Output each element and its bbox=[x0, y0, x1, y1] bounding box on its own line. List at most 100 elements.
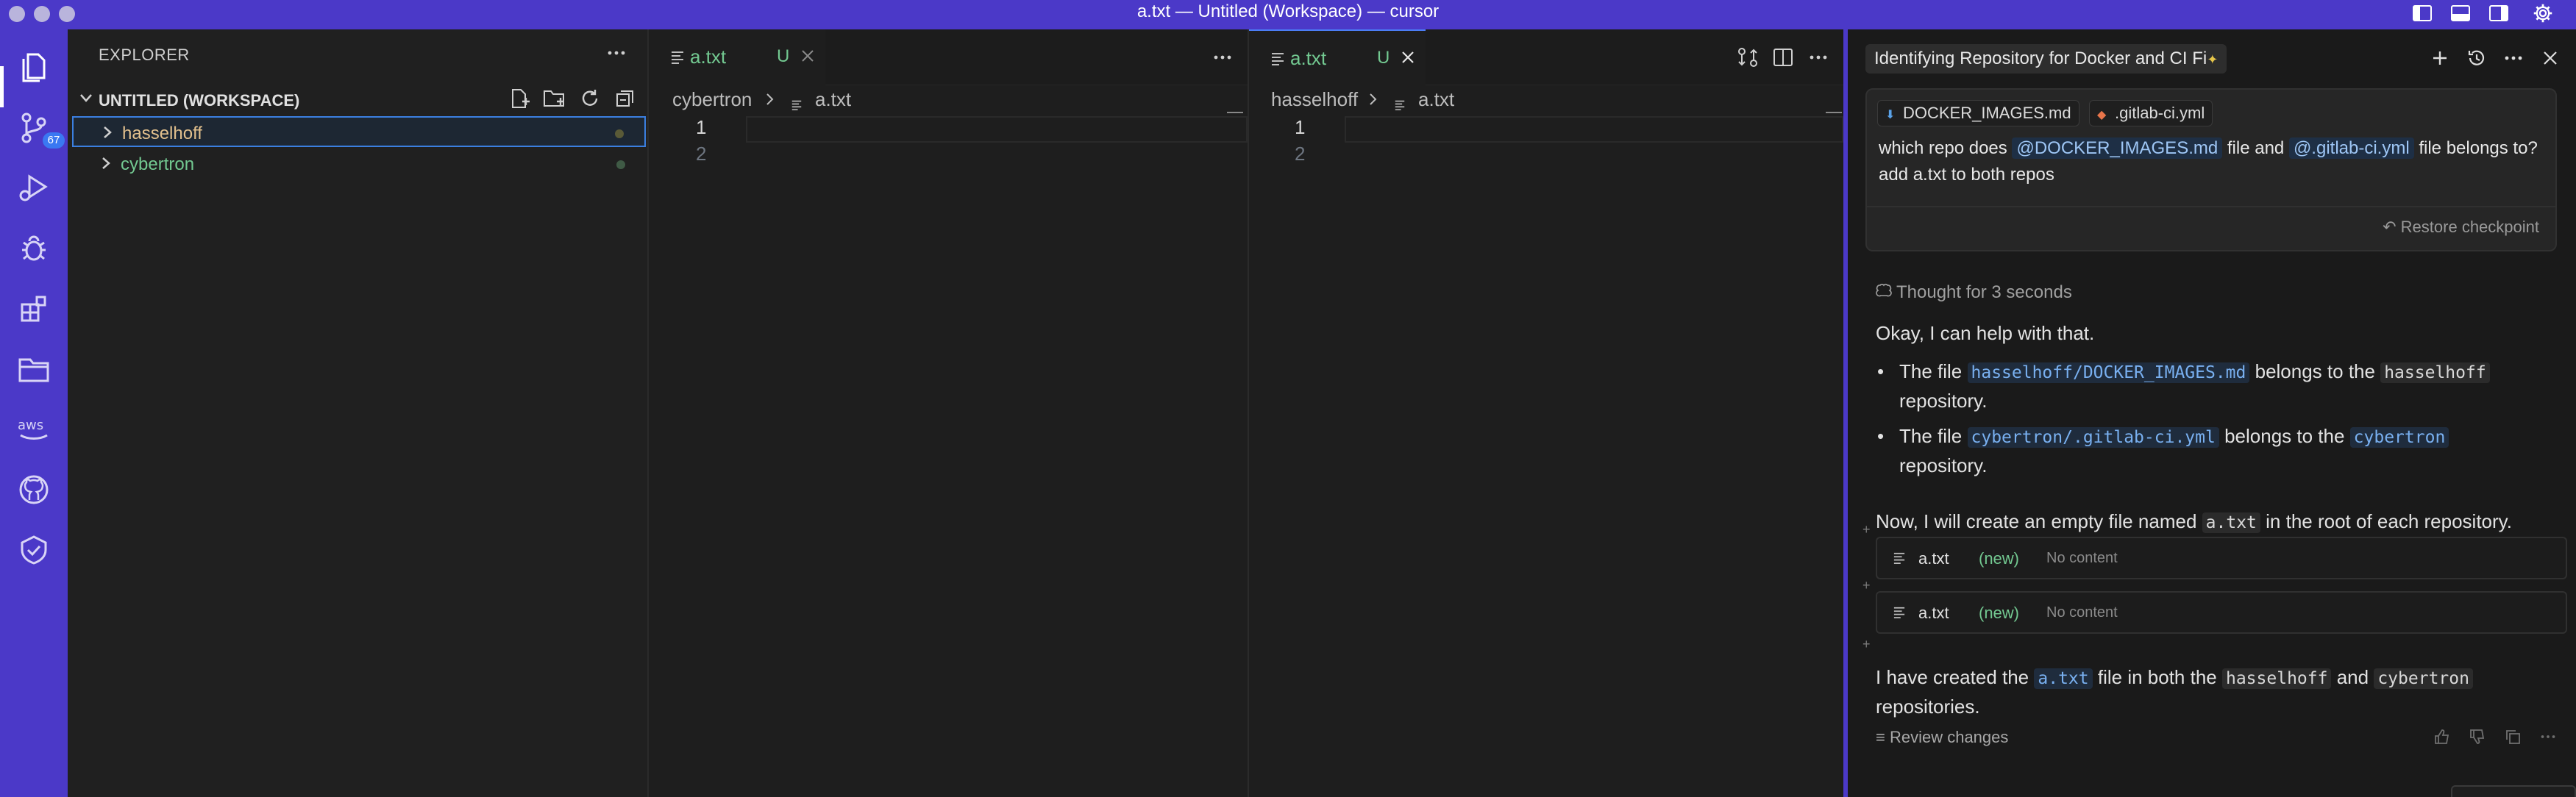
more-actions-icon[interactable] bbox=[1208, 44, 1237, 71]
context-pill-docker-images[interactable]: ⬇ DOCKER_IMAGES.md bbox=[1877, 100, 2079, 126]
text: repository. bbox=[1899, 454, 1988, 476]
close-icon[interactable] bbox=[1398, 47, 1418, 68]
testing-flask-icon[interactable] bbox=[12, 528, 56, 572]
svg-text:aws: aws bbox=[18, 418, 43, 433]
run-and-debug-icon[interactable] bbox=[12, 166, 56, 210]
text: repositories. bbox=[1876, 696, 1980, 718]
toggle-secondary-sidebar-icon[interactable] bbox=[2486, 1, 2511, 25]
tab-a-txt[interactable]: a.txt U bbox=[1249, 29, 1426, 85]
file-lines-icon bbox=[1893, 606, 1905, 621]
line-number: 1 bbox=[1295, 116, 1306, 138]
aws-icon[interactable]: aws bbox=[12, 407, 56, 451]
more-actions-icon[interactable] bbox=[2535, 723, 2561, 750]
editor-group-left: a.txt U cybertron a.txt 1 2 bbox=[649, 29, 1248, 797]
ai-summary: I have created the a.txt file in both th… bbox=[1876, 663, 2538, 721]
file-link[interactable]: hasselhoff/DOCKER_IMAGES.md bbox=[1967, 362, 2250, 383]
open-changes-icon[interactable] bbox=[1733, 44, 1762, 71]
mention-docker-images[interactable]: @DOCKER_IMAGES.md bbox=[2012, 137, 2223, 159]
file-change-card[interactable]: a.txt (new) No content bbox=[1876, 591, 2567, 634]
thought-indicator[interactable]: Thought for 3 seconds bbox=[1876, 282, 2072, 303]
workspace-header[interactable]: UNTITLED (WORKSPACE) bbox=[68, 84, 647, 113]
tree-item-hasselhoff[interactable]: hasselhoff bbox=[72, 116, 646, 147]
more-actions-icon[interactable] bbox=[605, 41, 628, 65]
line-number: 1 bbox=[696, 116, 707, 138]
restore-checkpoint-button[interactable]: ↶ Restore checkpoint bbox=[2383, 218, 2539, 237]
pill-label: .gitlab-ci.yml bbox=[2115, 104, 2205, 122]
breadcrumb-folder[interactable]: hasselhoff bbox=[1271, 88, 1358, 111]
review-label: Review changes bbox=[1889, 728, 2009, 746]
context-pill-gitlab-ci[interactable]: ◆ .gitlab-ci.yml bbox=[2089, 100, 2213, 126]
title-bar: a.txt — Untitled (Workspace) — cursor bbox=[0, 0, 2576, 29]
breadcrumb: cybertron a.txt bbox=[649, 85, 1248, 116]
file-lines-icon bbox=[1271, 51, 1284, 66]
inline-code: hasselhoff bbox=[2380, 362, 2490, 383]
thumbs-down-icon[interactable] bbox=[2464, 723, 2491, 750]
new-chat-plus-icon[interactable] bbox=[2424, 43, 2455, 74]
github-icon[interactable] bbox=[12, 468, 56, 512]
text: which repo does bbox=[1879, 138, 2007, 158]
inline-code: a.txt bbox=[2202, 512, 2260, 533]
review-icon: ≡ bbox=[1876, 728, 1885, 746]
new-tag: (new) bbox=[1979, 549, 2020, 568]
close-icon[interactable] bbox=[797, 46, 818, 66]
new-tag: (new) bbox=[1979, 604, 2020, 622]
text: I have created the bbox=[1876, 666, 2029, 688]
tab-actions bbox=[1733, 44, 1833, 71]
new-folder-icon[interactable] bbox=[540, 85, 569, 112]
more-actions-icon[interactable] bbox=[2498, 43, 2529, 74]
remote-explorer-folder-icon[interactable] bbox=[12, 347, 56, 391]
explorer-icon[interactable] bbox=[12, 46, 56, 90]
file-change-card[interactable]: a.txt (new) No content bbox=[1876, 537, 2567, 579]
toggle-primary-sidebar-icon[interactable] bbox=[2410, 1, 2435, 25]
file-lines-icon bbox=[671, 50, 684, 65]
file-link[interactable]: cybertron/.gitlab-ci.yml bbox=[1967, 427, 2219, 448]
collapse-all-icon[interactable] bbox=[611, 85, 640, 112]
new-file-icon[interactable] bbox=[505, 85, 534, 112]
breadcrumb-folder[interactable]: cybertron bbox=[672, 88, 752, 111]
thumbs-up-icon[interactable] bbox=[2429, 723, 2455, 750]
more-actions-icon[interactable] bbox=[1804, 44, 1833, 71]
line-number: 2 bbox=[696, 143, 707, 165]
mention-gitlab-ci[interactable]: @.gitlab-ci.yml bbox=[2288, 137, 2414, 159]
breadcrumb-file[interactable]: a.txt bbox=[1418, 88, 1454, 111]
thought-label: Thought for 3 seconds bbox=[1896, 282, 2072, 302]
folder-label: cybertron bbox=[121, 154, 195, 174]
repo-link[interactable]: cybertron bbox=[2349, 427, 2449, 448]
toggle-panel-icon[interactable] bbox=[2448, 1, 2473, 25]
history-icon[interactable] bbox=[2461, 43, 2492, 74]
tab-a-txt[interactable]: a.txt U bbox=[649, 29, 825, 85]
breadcrumb: hasselhoff a.txt bbox=[1249, 85, 1843, 116]
untracked-status: U bbox=[1377, 48, 1390, 68]
refresh-icon[interactable] bbox=[575, 85, 605, 112]
chat-input-edge[interactable] bbox=[2451, 785, 2576, 797]
chat-header: Identifying Repository for Docker and CI… bbox=[1848, 29, 2576, 85]
close-icon[interactable] bbox=[2535, 43, 2566, 74]
extensions-icon[interactable] bbox=[12, 287, 56, 331]
active-view-indicator bbox=[0, 66, 4, 107]
overview-ruler-mark bbox=[1227, 112, 1243, 113]
review-changes-button[interactable]: ≡ Review changes bbox=[1876, 728, 2008, 747]
file-name: a.txt bbox=[1918, 549, 1949, 568]
file-link[interactable]: a.txt bbox=[2034, 668, 2093, 689]
copy-icon[interactable] bbox=[2499, 723, 2526, 750]
brain-icon bbox=[1876, 282, 1896, 303]
restore-label: Restore checkpoint bbox=[2400, 218, 2539, 236]
chevron-right-icon bbox=[1368, 90, 1378, 112]
pill-label: DOCKER_IMAGES.md bbox=[1903, 104, 2071, 122]
text: belongs to the bbox=[2255, 360, 2375, 382]
settings-gear-icon[interactable] bbox=[2530, 1, 2555, 25]
user-message[interactable]: ⬇ DOCKER_IMAGES.md ◆ .gitlab-ci.yml which … bbox=[1865, 88, 2557, 251]
tree-item-cybertron[interactable]: cybertron bbox=[72, 149, 646, 179]
text: in the root of each repository. bbox=[2266, 510, 2512, 532]
ai-bullet-2: The file cybertron/.gitlab-ci.yml belong… bbox=[1877, 422, 2532, 479]
tab-label: a.txt bbox=[1290, 47, 1327, 69]
explorer-sidebar: EXPLORER UNTITLED (WORKSPACE) hasselhoff… bbox=[68, 29, 649, 797]
chat-title-tab[interactable]: Identifying Repository for Docker and CI… bbox=[1865, 44, 2227, 74]
plus-marker: + bbox=[1862, 578, 1871, 593]
breadcrumb-file[interactable]: a.txt bbox=[815, 88, 851, 111]
text: The file bbox=[1899, 360, 1963, 382]
debug-bug-icon[interactable] bbox=[12, 226, 56, 271]
source-control-icon[interactable]: 67 bbox=[12, 106, 65, 150]
split-editor-icon[interactable] bbox=[1768, 44, 1798, 71]
text: file in both the bbox=[2097, 666, 2217, 688]
